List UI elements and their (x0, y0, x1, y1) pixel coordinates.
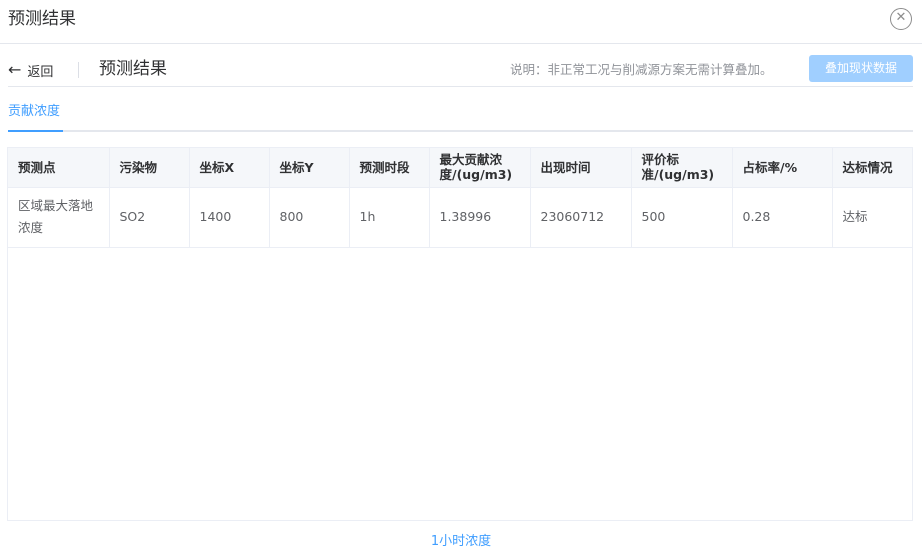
column-header: 预测点 (8, 148, 110, 188)
note-text: 说明：非正常工况与削减源方案无需计算叠加。 (510, 62, 773, 77)
column-header: 预测时段 (349, 148, 430, 188)
column-header: 占标率/% (732, 148, 833, 188)
close-icon[interactable]: ✕ (890, 8, 912, 30)
column-header: 坐标Y (269, 148, 350, 188)
back-button[interactable]: ← 返回 (8, 60, 53, 80)
table-cell: 1.38996 (429, 187, 531, 248)
column-header: 达标情况 (832, 148, 912, 188)
arrow-left-icon: ← (8, 60, 22, 79)
active-tab-indicator (8, 130, 63, 132)
table-cell: SO2 (109, 187, 190, 248)
column-header: 最大贡献浓度/(ug/m3) (429, 148, 531, 188)
table-cell: 800 (269, 187, 350, 248)
sub-toolbar: ← 返回 预测结果 说明：非正常工况与削减源方案无需计算叠加。 叠加现状数据 (8, 52, 913, 87)
table-row: 区域最大落地浓度 SO2 1400 800 1h 1.38996 2306071… (8, 187, 912, 248)
page-title: 预测结果 (99, 59, 167, 79)
table-cell: 0.28 (732, 187, 833, 248)
dialog-title: 预测结果 (8, 9, 76, 29)
column-header: 坐标X (189, 148, 270, 188)
table-cell: 500 (631, 187, 733, 248)
one-hour-concentration-link[interactable]: 1小时浓度 (0, 530, 922, 549)
column-header: 污染物 (109, 148, 190, 188)
table-cell: 1400 (189, 187, 270, 248)
column-header: 出现时间 (530, 148, 632, 188)
divider (78, 62, 79, 78)
tab-contribution-concentration[interactable]: 贡献浓度 (8, 102, 60, 132)
table-cell: 23060712 (530, 187, 632, 248)
tab-bar: 贡献浓度 (8, 96, 913, 132)
result-table: 预测点 污染物 坐标X 坐标Y 预测时段 最大贡献浓度/(ug/m3) 出现时间… (7, 147, 913, 521)
table-cell: 区域最大落地浓度 (8, 187, 110, 248)
table-cell: 1h (349, 187, 430, 248)
dialog-header: 预测结果 ✕ (0, 0, 922, 44)
prediction-result-dialog: 预测结果 ✕ ← 返回 预测结果 说明：非正常工况与削减源方案无需计算叠加。 叠… (0, 0, 922, 552)
table-header-row: 预测点 污染物 坐标X 坐标Y 预测时段 最大贡献浓度/(ug/m3) 出现时间… (8, 148, 912, 188)
overlay-current-data-button[interactable]: 叠加现状数据 (809, 55, 913, 82)
column-header: 评价标准/(ug/m3) (631, 148, 733, 188)
back-label: 返回 (27, 64, 54, 80)
table-cell: 达标 (832, 187, 912, 248)
